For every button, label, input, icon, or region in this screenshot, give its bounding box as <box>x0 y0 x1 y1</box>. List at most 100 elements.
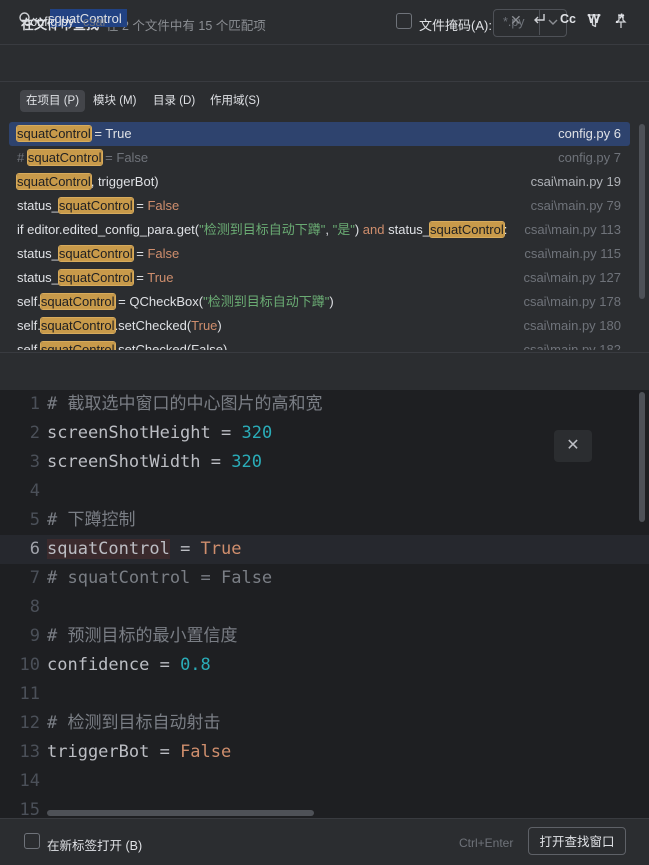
result-row[interactable]: status_squatControl = False csai\main.py … <box>9 242 630 266</box>
code-token: triggerBot = <box>47 742 181 762</box>
result-text-part: ) <box>354 222 363 237</box>
clear-icon[interactable]: ✕ <box>510 12 522 29</box>
result-text: status_squatControl = False <box>17 242 179 266</box>
code-token: # 下蹲控制 <box>47 510 136 530</box>
match-highlight: squatControl <box>39 341 116 350</box>
results-scrollbar[interactable] <box>639 124 645 299</box>
code-line[interactable]: 5 # 下蹲控制 <box>0 506 649 535</box>
result-text: # squatControl = False <box>17 146 148 170</box>
match-highlight: squatControl <box>16 173 92 190</box>
match-highlight: squatControl <box>57 197 134 214</box>
result-prefix: self. <box>17 342 41 350</box>
result-location: csai\main.py 127 <box>523 270 621 285</box>
match-case-button[interactable]: Cc <box>560 12 576 26</box>
whole-word-button[interactable]: W <box>588 12 600 26</box>
result-location: csai\main.py 115 <box>524 246 621 261</box>
result-row[interactable]: squatControl = True config.py 6 <box>9 122 630 146</box>
line-number: 8 <box>29 597 40 617</box>
result-prefix: self. <box>17 318 41 333</box>
code-match-highlight: squatControl <box>47 539 170 559</box>
code-line[interactable]: 13 triggerBot = False <box>0 738 649 767</box>
match-highlight: squatControl <box>39 293 116 310</box>
result-location: config.py 6 <box>558 126 621 141</box>
result-string: "检测到目标自动下蹲" <box>199 222 326 237</box>
result-text: squatControl, triggerBot) <box>16 170 159 194</box>
code-line[interactable]: 1 # 截取选中窗口的中心图片的高和宽 <box>0 390 649 419</box>
code-text: # 预测目标的最小置信度 <box>47 622 237 651</box>
result-row[interactable]: # squatControl = False config.py 7 <box>9 146 630 170</box>
line-number: 1 <box>29 394 40 414</box>
result-value: True <box>191 318 218 333</box>
result-row[interactable]: if editor.edited_config_para.get("检测到目标自… <box>9 218 630 242</box>
code-text: # 截取选中窗口的中心图片的高和宽 <box>47 390 322 419</box>
result-row[interactable]: self.squatControl = QCheckBox("检测到目标自动下蹲… <box>9 290 630 314</box>
line-number: 11 <box>19 684 40 704</box>
result-string: "检测到目标自动下蹲" <box>203 294 330 309</box>
preview-file-name: config.py <box>24 15 75 29</box>
chevron-down-icon[interactable] <box>546 15 560 29</box>
match-highlight: squatControl <box>39 317 116 334</box>
code-line[interactable]: 14 <box>0 767 649 796</box>
result-prefix: status_ <box>17 246 59 261</box>
result-location: config.py 7 <box>558 150 621 165</box>
code-line[interactable]: 2 screenShotHeight = 320 <box>0 419 649 448</box>
result-text-part: , <box>325 222 333 237</box>
code-line[interactable]: 12 # 检测到目标自动射击 <box>0 709 649 738</box>
line-number: 9 <box>29 626 40 646</box>
code-line[interactable]: 10 confidence = 0.8 <box>0 651 649 680</box>
open-in-new-tab-label[interactable]: 在新标签打开 (B) <box>47 835 142 854</box>
code-text: # 下蹲控制 <box>47 506 135 535</box>
result-text: squatControl = True <box>16 122 132 146</box>
code-preview-editor[interactable]: 1 # 截取选中窗口的中心图片的高和宽 2 screenShotHeight = 32… <box>0 390 649 818</box>
result-keyword: and <box>362 222 385 237</box>
open-in-new-tab-checkbox[interactable] <box>24 833 40 849</box>
newline-icon[interactable] <box>531 11 547 27</box>
result-suffix: = False <box>101 150 149 165</box>
line-number: 5 <box>29 510 40 530</box>
result-text-part: status_ <box>384 222 431 237</box>
result-row[interactable]: status_squatControl = True csai\main.py 1… <box>9 266 630 290</box>
match-highlight: squatControl <box>16 125 92 142</box>
code-token: # 预测目标的最小置信度 <box>47 626 238 646</box>
tab-directory[interactable]: 目录 (D) <box>147 90 201 112</box>
result-location: csai\main.py 79 <box>530 198 621 213</box>
editor-horizontal-scrollbar[interactable] <box>47 810 314 816</box>
result-suffix: = <box>132 198 148 213</box>
match-highlight: squatControl <box>26 149 103 166</box>
code-line[interactable]: 6 squatControl = True <box>0 535 649 564</box>
result-value: True <box>147 270 174 285</box>
regex-button[interactable]: .* <box>615 10 624 26</box>
result-row[interactable]: self.squatControl.setChecked(True) csai\m… <box>9 314 630 338</box>
code-token: 320 <box>231 452 262 472</box>
code-line[interactable]: 9 # 预测目标的最小置信度 <box>0 622 649 651</box>
tab-module[interactable]: 模块 (M) <box>87 90 142 112</box>
code-text: screenShotHeight = 320 <box>47 419 272 448</box>
code-line[interactable]: 3 screenShotWidth = 320 <box>0 448 649 477</box>
code-line[interactable]: 8 <box>0 593 649 622</box>
result-text: if editor.edited_config_para.get("检测到目标自… <box>17 218 507 242</box>
code-line[interactable]: 4 <box>0 477 649 506</box>
result-suffix: ) <box>329 294 334 309</box>
result-suffix: = <box>132 246 148 261</box>
tab-in-project[interactable]: 在项目 (P) <box>20 90 86 112</box>
result-row[interactable]: self.squatControl.setChecked(False) csai\… <box>9 338 630 350</box>
code-token: False <box>180 742 232 762</box>
result-location: csai\main.py 19 <box>530 174 621 189</box>
editor-vertical-scrollbar[interactable] <box>639 392 645 522</box>
line-number: 2 <box>29 423 40 443</box>
line-number: 7 <box>29 568 40 588</box>
search-input[interactable] <box>48 8 468 28</box>
code-token: = <box>169 539 201 559</box>
result-prefix: if editor.edited_config_para.get( <box>17 222 200 237</box>
result-row[interactable]: squatControl, triggerBot) csai\main.py 19 <box>9 170 630 194</box>
code-line[interactable]: 11 <box>0 680 649 709</box>
line-number: 10 <box>19 655 40 675</box>
result-location: csai\main.py 182 <box>523 342 621 350</box>
code-token: screenShotHeight = <box>47 423 242 443</box>
result-suffix: = QCheckBox( <box>114 294 204 309</box>
tab-scope[interactable]: 作用域(S) <box>204 90 266 112</box>
code-line[interactable]: 7 # squatControl = False <box>0 564 649 593</box>
open-find-window-button[interactable]: 打开查找窗口 <box>528 827 626 855</box>
close-icon[interactable]: ✕ <box>554 430 592 462</box>
result-row[interactable]: status_squatControl = False csai\main.py … <box>9 194 630 218</box>
